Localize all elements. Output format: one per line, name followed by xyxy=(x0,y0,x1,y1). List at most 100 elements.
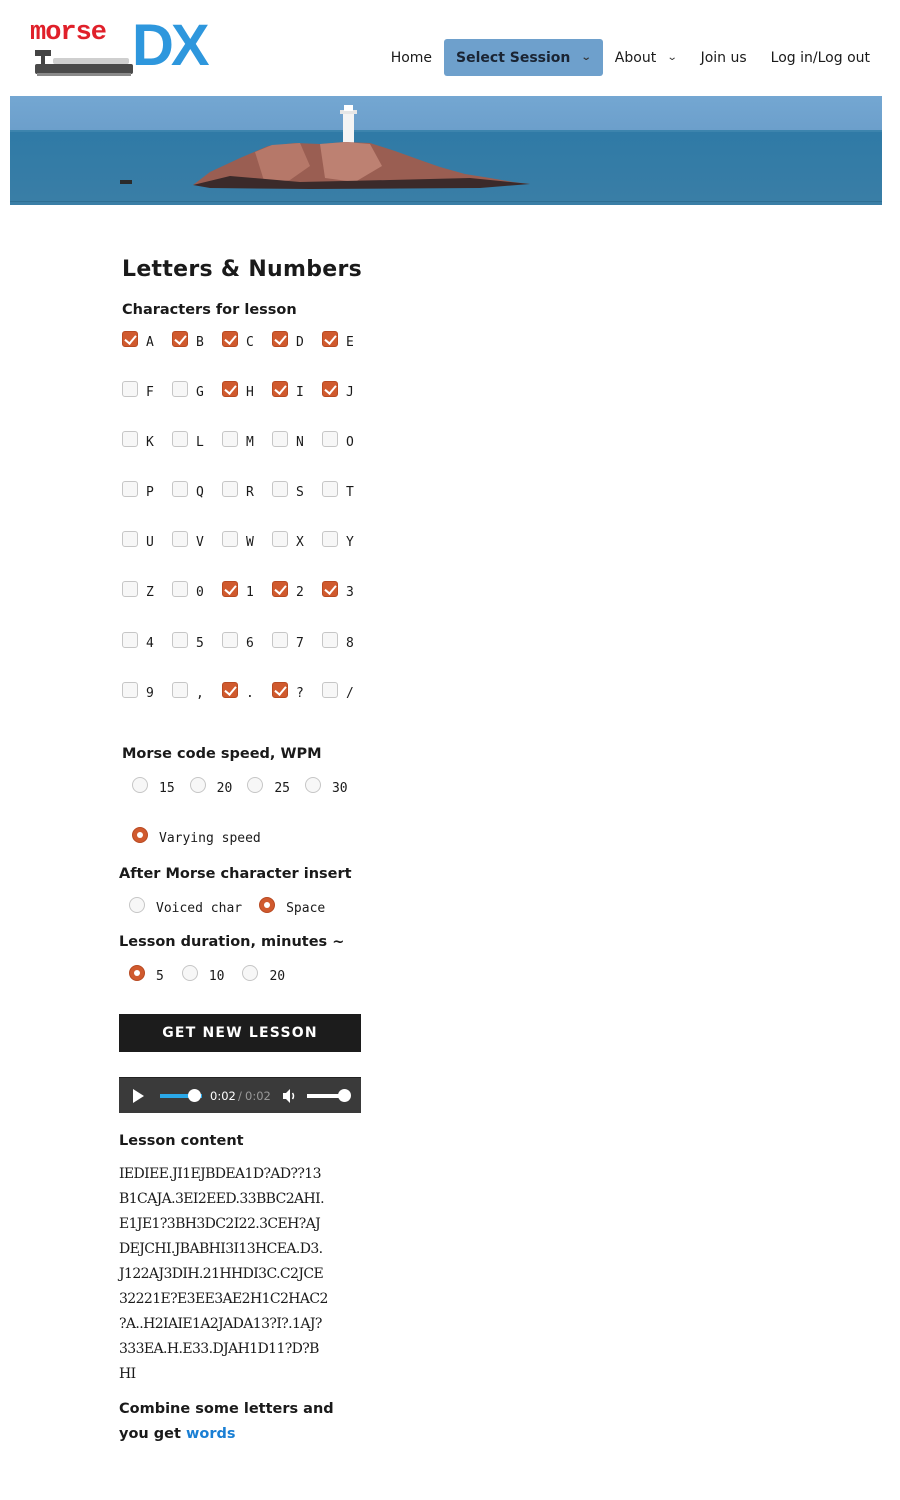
char-checkbox-item[interactable]: V xyxy=(172,531,222,555)
checkbox-checked[interactable] xyxy=(322,381,338,397)
checkbox-unchecked[interactable] xyxy=(122,481,138,497)
duration-radio[interactable]: 5 xyxy=(129,965,164,984)
checkbox-unchecked[interactable] xyxy=(222,431,238,447)
char-checkbox-item[interactable]: T xyxy=(322,481,372,505)
char-checkbox-item[interactable]: K xyxy=(122,431,172,455)
checkbox-checked[interactable] xyxy=(272,682,288,698)
radio-indicator[interactable] xyxy=(132,777,148,793)
checkbox-unchecked[interactable] xyxy=(322,431,338,447)
char-checkbox-item[interactable]: M xyxy=(222,431,272,455)
checkbox-unchecked[interactable] xyxy=(172,431,188,447)
char-checkbox-item[interactable]: 7 xyxy=(272,632,322,656)
checkbox-unchecked[interactable] xyxy=(272,632,288,648)
checkbox-unchecked[interactable] xyxy=(272,481,288,497)
checkbox-unchecked[interactable] xyxy=(122,581,138,597)
words-link[interactable]: words xyxy=(186,1426,236,1442)
checkbox-unchecked[interactable] xyxy=(222,632,238,648)
checkbox-unchecked[interactable] xyxy=(172,581,188,597)
char-checkbox-item[interactable]: I xyxy=(272,381,322,405)
checkbox-unchecked[interactable] xyxy=(122,431,138,447)
checkbox-checked[interactable] xyxy=(122,331,138,347)
char-checkbox-item[interactable]: G xyxy=(172,381,222,405)
speed-radio[interactable]: 25 xyxy=(247,777,290,796)
nav-login-logout[interactable]: Log in/Log out xyxy=(759,39,882,76)
checkbox-checked[interactable] xyxy=(172,331,188,347)
char-checkbox-item[interactable]: E xyxy=(322,331,372,355)
radio-indicator[interactable] xyxy=(129,897,145,913)
nav-about[interactable]: About ⌄ xyxy=(603,39,689,76)
char-checkbox-item[interactable]: , xyxy=(172,682,222,706)
checkbox-unchecked[interactable] xyxy=(172,682,188,698)
char-checkbox-item[interactable]: B xyxy=(172,331,222,355)
get-new-lesson-button[interactable]: GET NEW LESSON xyxy=(119,1014,361,1052)
checkbox-checked[interactable] xyxy=(272,581,288,597)
char-checkbox-item[interactable]: 9 xyxy=(122,682,172,706)
radio-indicator[interactable] xyxy=(247,777,264,793)
checkbox-unchecked[interactable] xyxy=(272,431,288,447)
char-checkbox-item[interactable]: O xyxy=(322,431,372,455)
char-checkbox-item[interactable]: J xyxy=(322,381,372,405)
char-checkbox-item[interactable]: Y xyxy=(322,531,372,555)
checkbox-checked[interactable] xyxy=(322,331,338,347)
insert-radio[interactable]: Voiced char xyxy=(129,897,242,916)
volume-icon[interactable] xyxy=(282,1088,298,1104)
radio-indicator[interactable] xyxy=(129,965,145,981)
checkbox-unchecked[interactable] xyxy=(322,682,338,698)
char-checkbox-item[interactable]: / xyxy=(322,682,372,706)
checkbox-checked[interactable] xyxy=(272,331,288,347)
checkbox-unchecked[interactable] xyxy=(322,531,338,547)
radio-indicator[interactable] xyxy=(189,777,206,793)
duration-radio[interactable]: 20 xyxy=(242,965,285,984)
radio-indicator[interactable] xyxy=(242,965,259,981)
char-checkbox-item[interactable]: W xyxy=(222,531,272,555)
checkbox-checked[interactable] xyxy=(322,581,338,597)
char-checkbox-item[interactable]: C xyxy=(222,331,272,355)
char-checkbox-item[interactable]: Z xyxy=(122,581,172,605)
duration-radio[interactable]: 10 xyxy=(181,965,224,984)
char-checkbox-item[interactable]: U xyxy=(122,531,172,555)
char-checkbox-item[interactable]: 5 xyxy=(172,632,222,656)
checkbox-unchecked[interactable] xyxy=(322,481,338,497)
checkbox-unchecked[interactable] xyxy=(222,481,238,497)
char-checkbox-item[interactable]: P xyxy=(122,481,172,505)
char-checkbox-item[interactable]: N xyxy=(272,431,322,455)
char-checkbox-item[interactable]: 3 xyxy=(322,581,372,605)
volume-handle[interactable] xyxy=(338,1089,351,1102)
speed-radio[interactable]: 15 xyxy=(132,777,175,796)
radio-indicator[interactable] xyxy=(259,897,276,913)
char-checkbox-item[interactable]: 8 xyxy=(322,632,372,656)
char-checkbox-item[interactable]: S xyxy=(272,481,322,505)
speed-radio[interactable]: 20 xyxy=(189,777,232,796)
char-checkbox-item[interactable]: X xyxy=(272,531,322,555)
radio-indicator[interactable] xyxy=(304,777,321,793)
nav-select-session[interactable]: Select Session ⌄ xyxy=(444,39,603,76)
seek-handle[interactable] xyxy=(188,1089,201,1102)
checkbox-unchecked[interactable] xyxy=(172,531,188,547)
char-checkbox-item[interactable]: H xyxy=(222,381,272,405)
checkbox-unchecked[interactable] xyxy=(122,632,138,648)
char-checkbox-item[interactable]: A xyxy=(122,331,172,355)
checkbox-unchecked[interactable] xyxy=(272,531,288,547)
char-checkbox-item[interactable]: L xyxy=(172,431,222,455)
checkbox-checked[interactable] xyxy=(222,581,238,597)
char-checkbox-item[interactable]: ? xyxy=(272,682,322,706)
checkbox-unchecked[interactable] xyxy=(172,381,188,397)
nav-home[interactable]: Home xyxy=(379,39,444,76)
checkbox-unchecked[interactable] xyxy=(122,381,138,397)
checkbox-unchecked[interactable] xyxy=(172,481,188,497)
checkbox-unchecked[interactable] xyxy=(122,682,138,698)
insert-radio[interactable]: Space xyxy=(259,897,325,916)
char-checkbox-item[interactable]: Q xyxy=(172,481,222,505)
checkbox-unchecked[interactable] xyxy=(172,632,188,648)
char-checkbox-item[interactable]: 6 xyxy=(222,632,272,656)
play-icon[interactable] xyxy=(133,1089,144,1103)
char-checkbox-item[interactable]: . xyxy=(222,682,272,706)
checkbox-checked[interactable] xyxy=(222,331,238,347)
char-checkbox-item[interactable]: D xyxy=(272,331,322,355)
checkbox-checked[interactable] xyxy=(222,682,238,698)
checkbox-unchecked[interactable] xyxy=(122,531,138,547)
checkbox-checked[interactable] xyxy=(222,381,238,397)
speed-radio[interactable]: 30 xyxy=(304,777,348,796)
site-logo[interactable]: morse DX xyxy=(28,16,210,80)
char-checkbox-item[interactable]: R xyxy=(222,481,272,505)
